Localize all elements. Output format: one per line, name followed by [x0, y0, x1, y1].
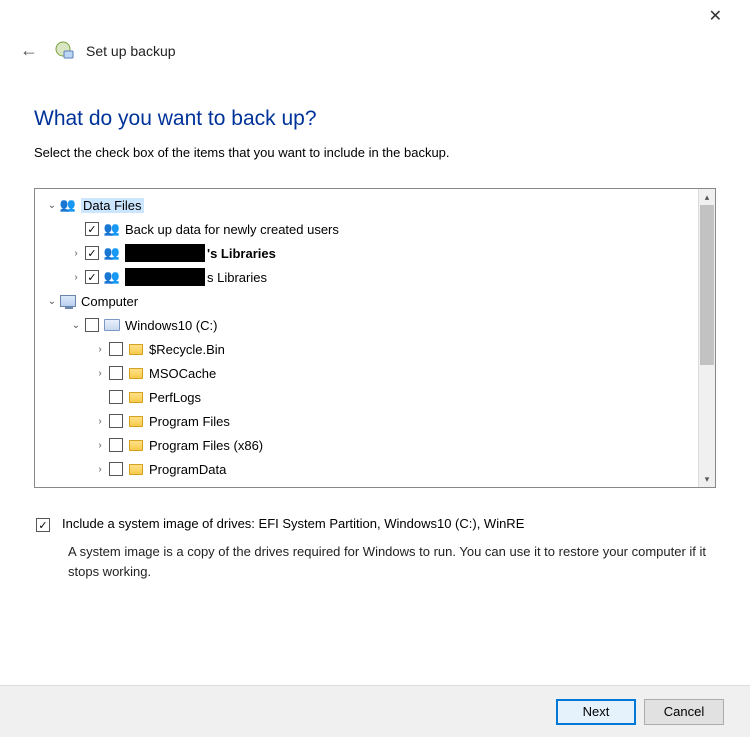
checkbox[interactable] — [109, 366, 123, 380]
tree-label: Windows10 (C:) — [125, 318, 217, 333]
tree-node-user2-libraries[interactable]: › 👥 s Libraries — [39, 265, 698, 289]
scroll-down-icon[interactable]: ▾ — [699, 471, 715, 487]
chevron-right-icon[interactable]: › — [93, 344, 107, 355]
checkbox[interactable] — [85, 318, 99, 332]
tree-node-folder-progdata[interactable]: › ProgramData — [39, 457, 698, 481]
chevron-right-icon[interactable]: › — [69, 272, 83, 283]
tree-label: MSOCache — [149, 366, 216, 381]
page-question: What do you want to back up? — [34, 107, 716, 131]
chevron-right-icon[interactable]: › — [93, 440, 107, 451]
checkbox[interactable] — [109, 462, 123, 476]
scrollbar-thumb[interactable] — [700, 205, 714, 365]
system-image-description: A system image is a copy of the drives r… — [68, 542, 708, 581]
folder-icon — [127, 365, 145, 381]
tree-node-folder-perflogs[interactable]: › PerfLogs — [39, 385, 698, 409]
tree-label: Program Files (x86) — [149, 438, 263, 453]
checkbox[interactable] — [85, 246, 99, 260]
folder-icon — [127, 437, 145, 453]
cancel-button[interactable]: Cancel — [644, 699, 724, 725]
tree-node-folder-progfiles[interactable]: › Program Files — [39, 409, 698, 433]
tree-label: Back up data for newly created users — [125, 222, 339, 237]
chevron-right-icon[interactable]: › — [93, 368, 107, 379]
computer-icon — [59, 293, 77, 309]
header: ← Set up backup — [0, 32, 750, 69]
backup-wizard-icon — [54, 40, 76, 62]
tree-label: ProgramData — [149, 462, 226, 477]
checkbox[interactable] — [109, 414, 123, 428]
tree-label: $Recycle.Bin — [149, 342, 225, 357]
chevron-right-icon[interactable]: › — [93, 416, 107, 427]
tree-label: PerfLogs — [149, 390, 201, 405]
folder-icon — [127, 413, 145, 429]
content-area: What do you want to back up? Select the … — [0, 69, 750, 488]
redacted-username — [125, 244, 205, 262]
checkbox[interactable] — [109, 390, 123, 404]
tree-node-new-users[interactable]: › 👥 Back up data for newly created users — [39, 217, 698, 241]
folder-icon — [127, 341, 145, 357]
folder-icon — [127, 461, 145, 477]
chevron-down-icon[interactable]: ⌄ — [45, 200, 59, 211]
titlebar: ✕ — [0, 0, 750, 32]
tree-label: Data Files — [81, 198, 144, 213]
chevron-right-icon[interactable]: › — [69, 248, 83, 259]
checkbox[interactable] — [109, 342, 123, 356]
tree-label: 's Libraries — [207, 246, 276, 261]
close-icon[interactable]: ✕ — [699, 2, 732, 30]
header-title: Set up backup — [86, 43, 176, 59]
tree-label: s Libraries — [207, 270, 267, 285]
tree-label: Computer — [81, 294, 138, 309]
people-icon: 👥 — [103, 221, 121, 237]
tree-node-folder-recycle[interactable]: › $Recycle.Bin — [39, 337, 698, 361]
checkbox[interactable] — [109, 438, 123, 452]
people-icon: 👥 — [103, 269, 121, 285]
folder-icon — [127, 389, 145, 405]
scroll-up-icon[interactable]: ▴ — [699, 189, 715, 205]
redacted-username — [125, 268, 205, 286]
tree-node-data-files[interactable]: ⌄ 👥 Data Files — [39, 193, 698, 217]
tree-node-drive-c[interactable]: ⌄ Windows10 (C:) — [39, 313, 698, 337]
next-button[interactable]: Next — [556, 699, 636, 725]
people-icon: 👥 — [59, 197, 77, 213]
chevron-down-icon[interactable]: ⌄ — [45, 296, 59, 307]
checkbox[interactable] — [85, 270, 99, 284]
back-arrow-icon[interactable]: ← — [14, 38, 44, 63]
tree-node-folder-msocache[interactable]: › MSOCache — [39, 361, 698, 385]
tree-node-user1-libraries[interactable]: › 👥 's Libraries — [39, 241, 698, 265]
footer: Next Cancel — [0, 685, 750, 737]
drive-icon — [103, 317, 121, 333]
people-icon: 👥 — [103, 245, 121, 261]
checkbox[interactable] — [85, 222, 99, 236]
tree-node-computer[interactable]: ⌄ Computer — [39, 289, 698, 313]
system-image-checkbox[interactable] — [36, 518, 50, 532]
page-instruction: Select the check box of the items that y… — [34, 145, 716, 160]
backup-tree: ⌄ 👥 Data Files › 👥 Back up data for newl… — [34, 188, 716, 488]
chevron-down-icon[interactable]: ⌄ — [69, 320, 83, 331]
system-image-section: Include a system image of drives: EFI Sy… — [0, 488, 750, 581]
chevron-right-icon[interactable]: › — [93, 464, 107, 475]
tree-node-folder-progfiles86[interactable]: › Program Files (x86) — [39, 433, 698, 457]
tree-scrollbar[interactable]: ▴ ▾ — [698, 189, 715, 487]
system-image-label: Include a system image of drives: EFI Sy… — [62, 516, 524, 531]
tree-viewport[interactable]: ⌄ 👥 Data Files › 👥 Back up data for newl… — [35, 189, 698, 487]
tree-label: Program Files — [149, 414, 230, 429]
